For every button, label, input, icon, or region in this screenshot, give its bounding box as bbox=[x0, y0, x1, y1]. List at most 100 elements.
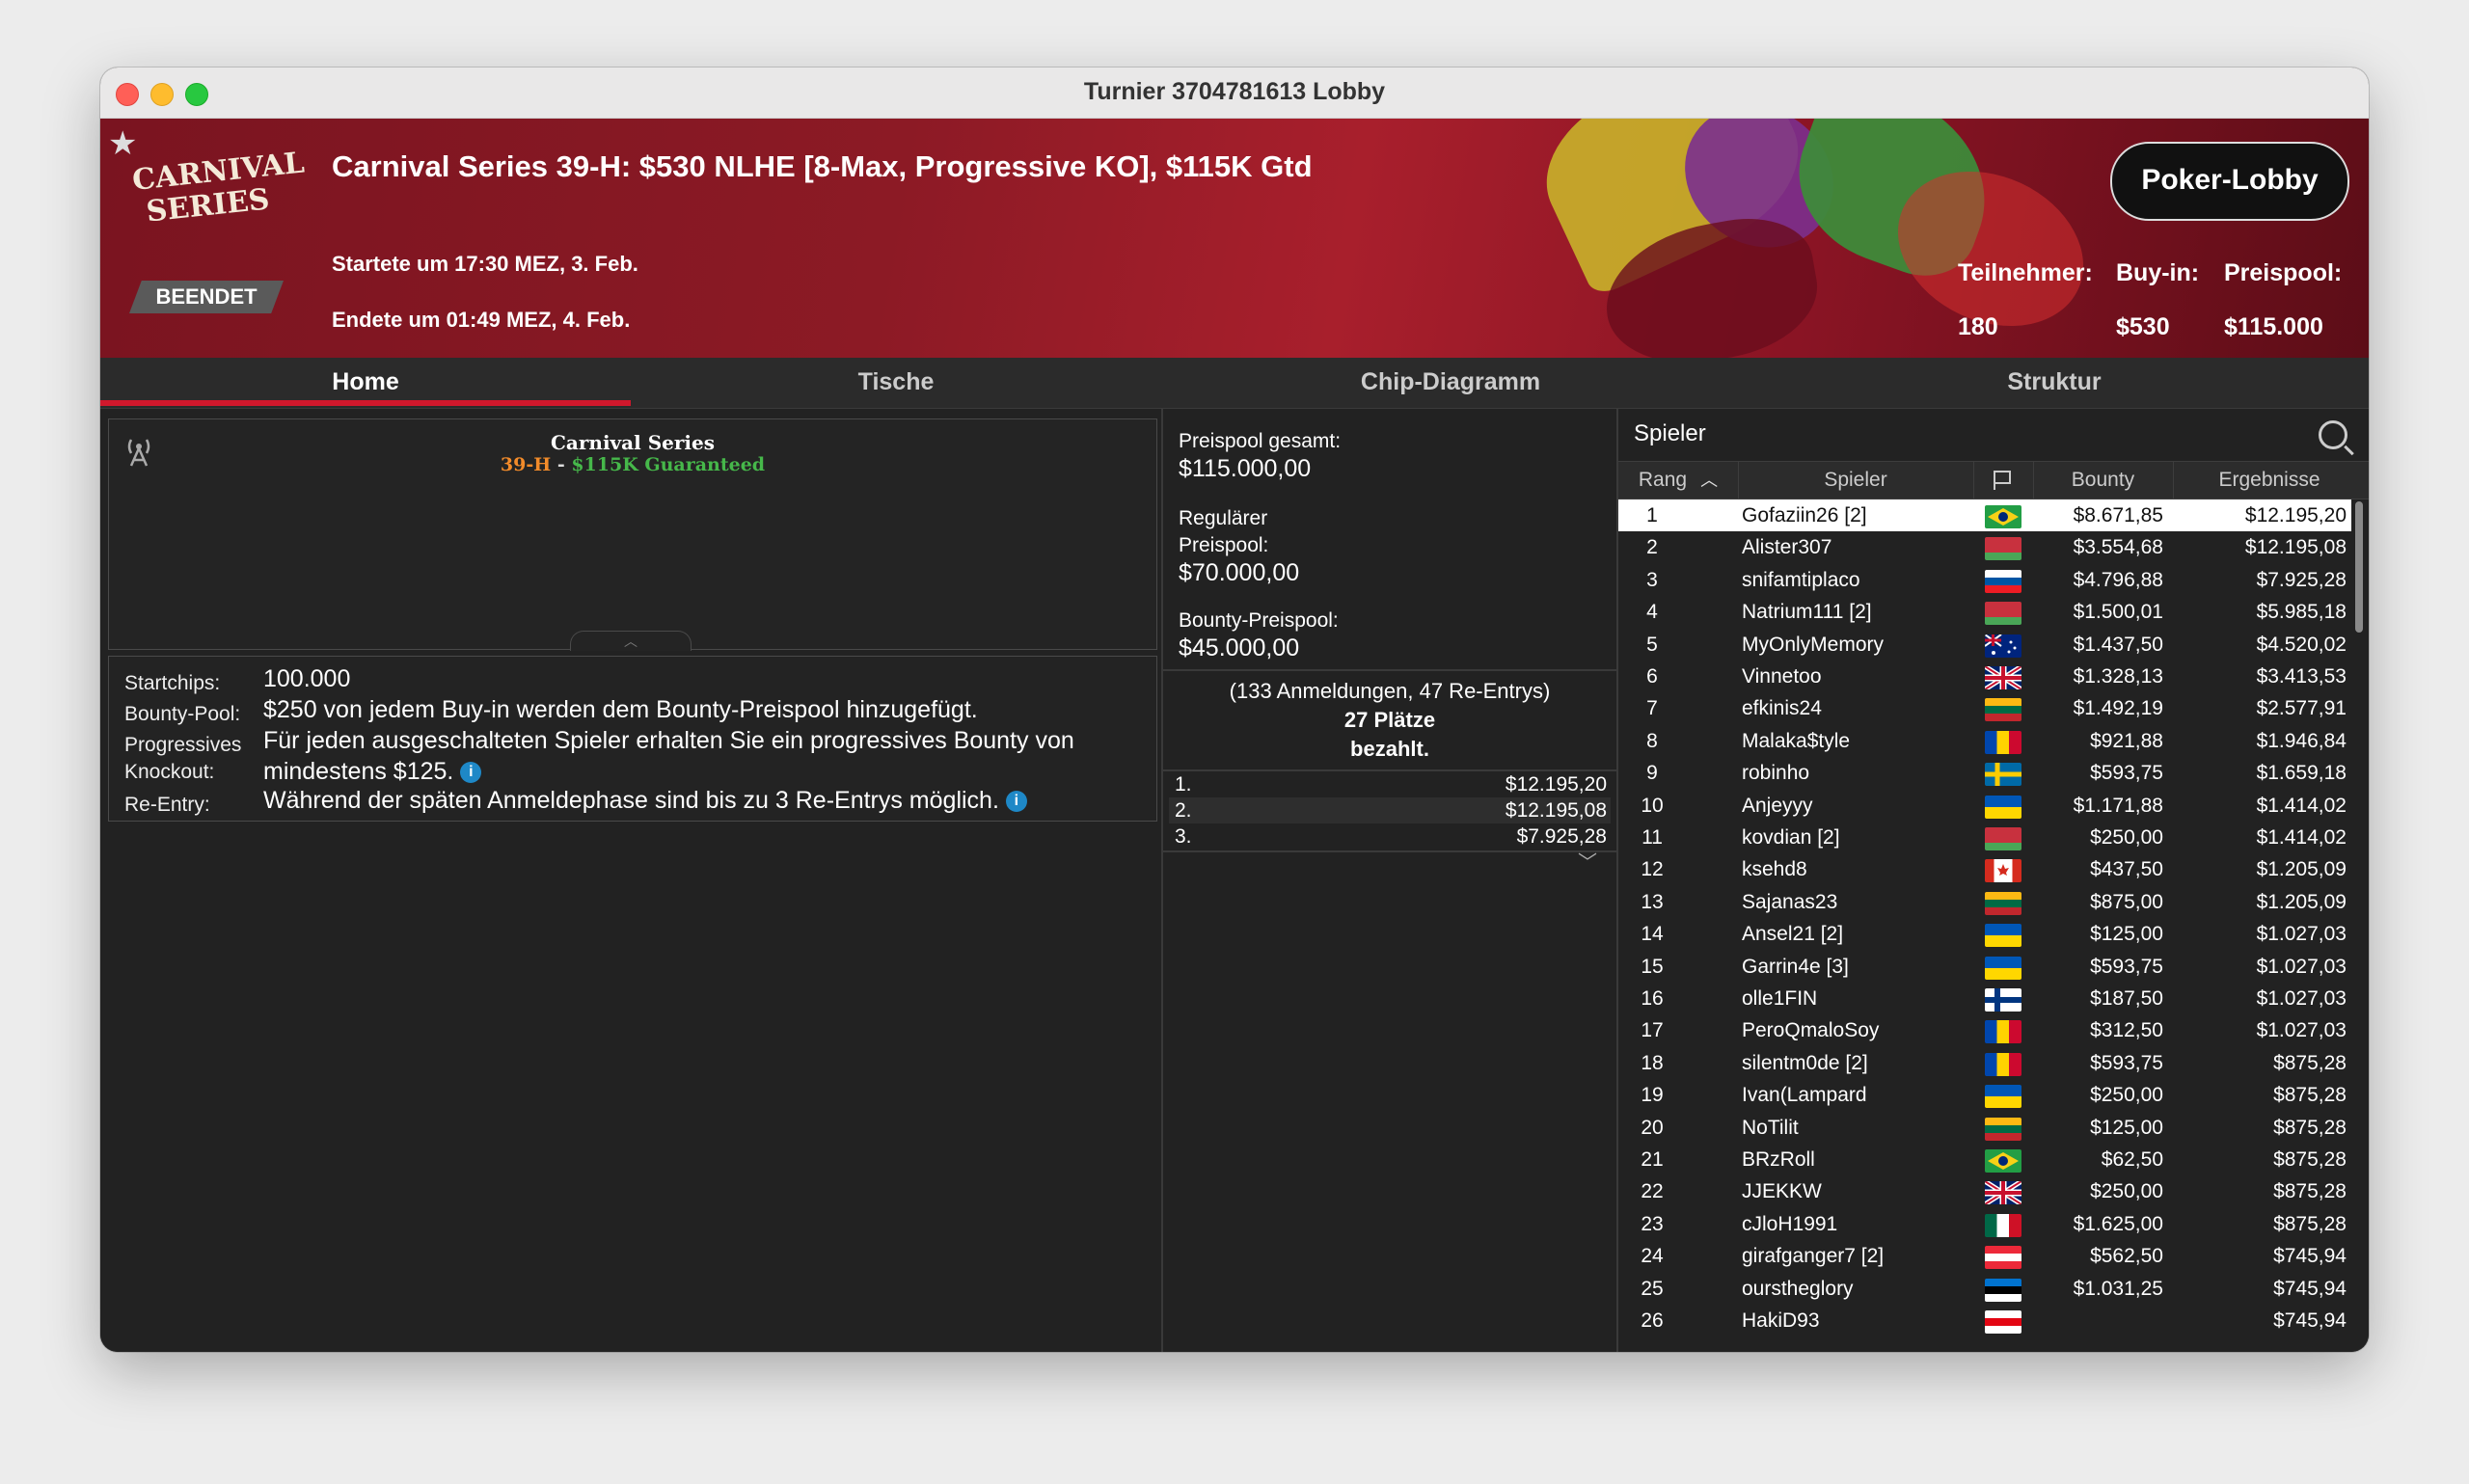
reentry-value: Während der späten Anmeldephase sind bis… bbox=[263, 786, 1027, 816]
player-bounty: $250,00 bbox=[2090, 1084, 2163, 1107]
player-name: BRzRoll bbox=[1742, 1148, 1815, 1171]
player-name: Anjeyyy bbox=[1742, 794, 1813, 817]
buyin-value: $530 bbox=[2116, 313, 2170, 340]
player-row[interactable]: 25 oursthеglory $1.031,25 $745,94 bbox=[1618, 1273, 2351, 1305]
player-result: $1.027,03 bbox=[2256, 987, 2347, 1010]
player-rank: 20 bbox=[1641, 1116, 1664, 1139]
player-result: $2.577,91 bbox=[2256, 697, 2347, 720]
belarus-flag-icon bbox=[1985, 827, 2021, 850]
player-row[interactable]: 1 Gofaziin26 [2] $8.671,85 $12.195,20 bbox=[1618, 499, 2351, 532]
player-rank: 3 bbox=[1646, 568, 1658, 591]
player-result: $1.205,09 bbox=[2256, 858, 2347, 881]
regular-pool-value: $70.000,00 bbox=[1179, 559, 1300, 586]
favorite-star-icon[interactable]: ★ bbox=[108, 124, 137, 163]
reentry-label: Re-Entry: bbox=[124, 794, 210, 816]
player-result: $875,28 bbox=[2273, 1148, 2347, 1171]
player-row[interactable]: 12 ksehd8 $437,50 $1.205,09 bbox=[1618, 853, 2351, 885]
brazil-flag-icon bbox=[1985, 1149, 2021, 1173]
player-name: MyOnlyMemory bbox=[1742, 633, 1885, 656]
player-row[interactable]: 13 Sajanas23 $875,00 $1.205,09 bbox=[1618, 886, 2351, 918]
info-icon[interactable]: i bbox=[1005, 791, 1027, 813]
column-rank[interactable]: Rang ︿ bbox=[1618, 462, 1739, 499]
player-rank: 6 bbox=[1646, 665, 1658, 688]
player-row[interactable]: 15 Garrin4e [3] $593,75 $1.027,03 bbox=[1618, 951, 2351, 983]
info-icon[interactable]: i bbox=[460, 762, 482, 784]
player-rank: 21 bbox=[1641, 1148, 1664, 1171]
player-rank: 8 bbox=[1646, 729, 1658, 752]
tab-tables[interactable]: Tische bbox=[631, 358, 1161, 408]
ukraine-flag-icon bbox=[1985, 1085, 2021, 1109]
total-pool-value: $115.000,00 bbox=[1179, 455, 1312, 482]
player-row[interactable]: 11 kovdian [2] $250,00 $1.414,02 bbox=[1618, 822, 2351, 853]
player-bounty: $921,88 bbox=[2090, 729, 2163, 752]
player-bounty: $125,00 bbox=[2090, 1116, 2163, 1139]
player-row[interactable]: 8 Malaka$tyle $921,88 $1.946,84 bbox=[1618, 725, 2351, 757]
player-row[interactable]: 24 girafganger7 [2] $562,50 $745,94 bbox=[1618, 1240, 2351, 1272]
startchips-value: 100.000 bbox=[263, 665, 351, 692]
player-row[interactable]: 3 snifamtiplaco $4.796,88 $7.925,28 bbox=[1618, 564, 2351, 596]
players-table-header: Rang ︿ Spieler Bounty Ergebnisse bbox=[1618, 461, 2369, 499]
column-player[interactable]: Spieler bbox=[1738, 462, 1974, 499]
progressive-value-min: mindestens $125. i bbox=[263, 757, 482, 787]
player-row[interactable]: 21 BRzRoll $62,50 $875,28 bbox=[1618, 1144, 2351, 1175]
places-text: 27 Plätze bbox=[1343, 708, 1436, 732]
player-bounty: $1.625,00 bbox=[2073, 1212, 2163, 1235]
player-bounty: $875,00 bbox=[2090, 890, 2163, 913]
player-row[interactable]: 26 HakiD93 $745,94 bbox=[1618, 1305, 2351, 1336]
player-rank: 10 bbox=[1641, 794, 1664, 817]
player-row[interactable]: 7 efkinis24 $1.492,19 $2.577,91 bbox=[1618, 692, 2351, 724]
player-bounty: $593,75 bbox=[2090, 1051, 2163, 1074]
poker-lobby-button[interactable]: Poker-Lobby bbox=[2110, 142, 2349, 221]
lithuania-flag-icon bbox=[1985, 1117, 2021, 1141]
flag-icon bbox=[1994, 471, 2013, 491]
prizepool-label: Preispool: bbox=[2224, 259, 2343, 286]
player-row[interactable]: 2 Alister307 $3.554,68 $12.195,08 bbox=[1618, 531, 2351, 563]
tab-bar: Home Tische Chip-Diagramm Struktur bbox=[100, 358, 2369, 409]
tournament-title: Carnival Series 39-H: $530 NLHE [8-Max, … bbox=[332, 149, 1313, 183]
player-bounty: $250,00 bbox=[2090, 1180, 2163, 1203]
player-row[interactable]: 9 robinho $593,75 $1.659,18 bbox=[1618, 757, 2351, 789]
tab-chip-chart[interactable]: Chip-Diagramm bbox=[1161, 358, 1740, 408]
player-row[interactable]: 18 silentm0de [2] $593,75 $875,28 bbox=[1618, 1047, 2351, 1079]
player-row[interactable]: 22 JJEKKW $250,00 $875,28 bbox=[1618, 1175, 2351, 1207]
player-row[interactable]: 4 Natrium111 [2] $1.500,01 $5.985,18 bbox=[1618, 596, 2351, 628]
search-icon[interactable] bbox=[2319, 420, 2347, 449]
player-name: olle1FIN bbox=[1742, 987, 1818, 1010]
scrollbar[interactable] bbox=[2355, 501, 2363, 633]
prizepool-value: $115.000 bbox=[2224, 313, 2323, 340]
player-row[interactable]: 6 Vinnetoo $1.328,13 $3.413,53 bbox=[1618, 661, 2351, 692]
tab-structure[interactable]: Struktur bbox=[1740, 358, 2369, 408]
player-row[interactable]: 19 Ivan(Lampard $250,00 $875,28 bbox=[1618, 1079, 2351, 1111]
column-bounty[interactable]: Bounty bbox=[2033, 462, 2174, 499]
expand-chevron-icon[interactable]: ﹀ bbox=[1578, 847, 1597, 875]
player-row[interactable]: 20 NoTilit $125,00 $875,28 bbox=[1618, 1112, 2351, 1144]
player-result: $745,94 bbox=[2273, 1245, 2347, 1268]
player-result: $745,94 bbox=[2273, 1309, 2347, 1332]
regular-pool-label-2: Preispool: bbox=[1179, 534, 1269, 556]
player-row[interactable]: 14 Ansel21 [2] $125,00 $1.027,03 bbox=[1618, 918, 2351, 950]
player-bounty: $1.492,19 bbox=[2073, 697, 2163, 720]
player-result: $1.414,02 bbox=[2256, 826, 2347, 849]
belarus-white-flag-icon bbox=[1985, 1310, 2021, 1334]
player-row[interactable]: 17 PeroQmaloSoy $312,50 $1.027,03 bbox=[1618, 1014, 2351, 1046]
player-name: Garrin4e [3] bbox=[1742, 955, 1849, 978]
player-rank: 5 bbox=[1646, 633, 1658, 656]
column-flag[interactable] bbox=[1973, 462, 2034, 499]
payout-row: 3. $7.925,28 bbox=[1175, 825, 1607, 848]
home-pane: Carnival Series 39-H - $115K Guaranteed … bbox=[100, 409, 1161, 1352]
tournament-info-box: Startchips: 100.000 Bounty-Pool: $250 vo… bbox=[108, 656, 1157, 822]
player-row[interactable]: 16 olle1FIN $187,50 $1.027,03 bbox=[1618, 983, 2351, 1014]
belarus-flag-icon bbox=[1985, 602, 2021, 626]
player-row[interactable]: 10 Anjeyyy $1.171,88 $1.414,02 bbox=[1618, 790, 2351, 822]
collapse-chevron-icon[interactable]: ︿ bbox=[570, 631, 692, 651]
tab-home[interactable]: Home bbox=[100, 358, 631, 408]
moldova-flag-icon bbox=[1985, 1052, 2021, 1076]
player-row[interactable]: 23 cJloH1991 $1.625,00 $875,28 bbox=[1618, 1208, 2351, 1240]
moldova-flag-icon bbox=[1985, 730, 2021, 754]
player-row[interactable]: 5 MyOnlyMemory $1.437,50 $4.520,02 bbox=[1618, 629, 2351, 661]
player-result: $12.195,20 bbox=[2244, 504, 2347, 526]
buyin-label: Buy-in: bbox=[2116, 259, 2200, 286]
uk-flag-icon bbox=[1985, 666, 2021, 689]
payout-row: 1. $12.195,20 bbox=[1175, 773, 1607, 796]
column-results[interactable]: Ergebnisse bbox=[2173, 462, 2366, 499]
